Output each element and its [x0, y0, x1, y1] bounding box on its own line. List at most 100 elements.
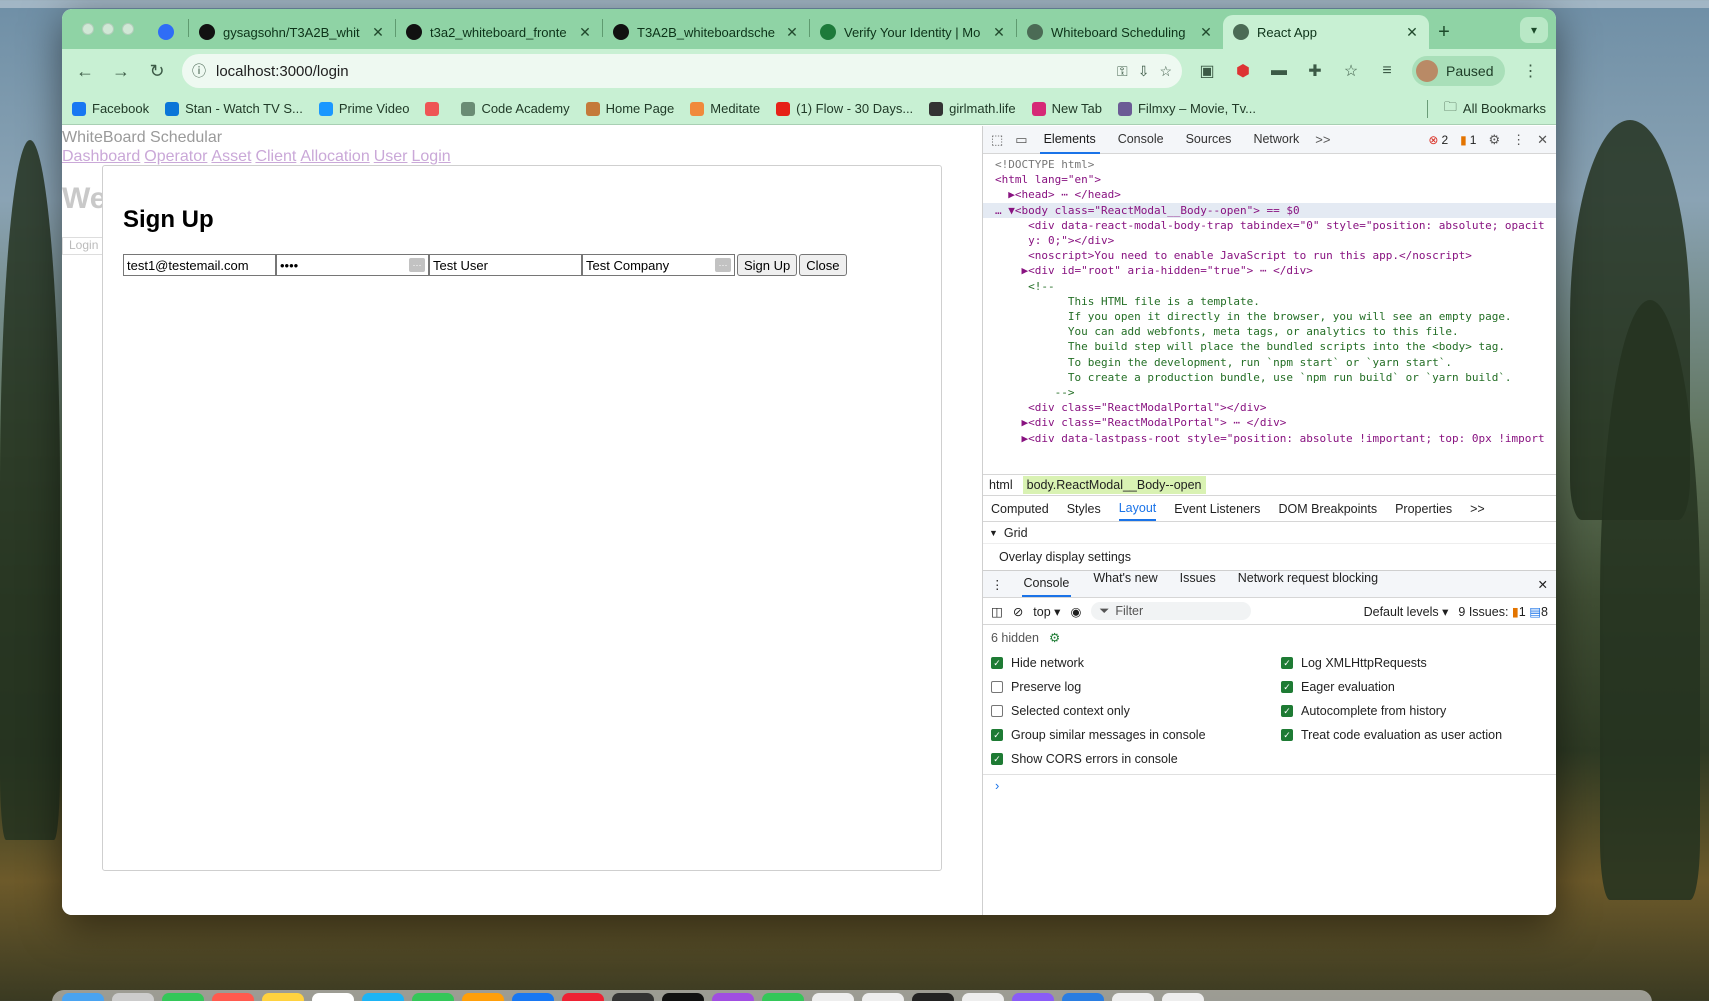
- checkbox-empty-icon[interactable]: [991, 681, 1003, 693]
- nav-link-dashboard[interactable]: Dashboard: [62, 148, 140, 165]
- close-tab-icon[interactable]: ✕: [785, 24, 799, 41]
- reading-list-icon[interactable]: ☆: [1340, 61, 1362, 81]
- password-key-icon[interactable]: ⚿: [1117, 63, 1128, 80]
- console-setting-checkbox[interactable]: ✓ Log XMLHttpRequests: [1281, 656, 1556, 670]
- checkbox-checked-icon[interactable]: ✓: [1281, 657, 1293, 669]
- nav-link-allocation[interactable]: Allocation: [300, 148, 369, 165]
- error-badge[interactable]: ⊗ 2: [1428, 133, 1448, 147]
- media-control-icon[interactable]: ≡: [1376, 62, 1398, 80]
- more-subtabs-icon[interactable]: >>: [1470, 502, 1485, 516]
- dock-app-icon[interactable]: [62, 993, 104, 1001]
- console-setting-checkbox[interactable]: ✓ Show CORS errors in console: [991, 752, 1281, 766]
- close-tab-icon[interactable]: ✕: [1199, 24, 1213, 41]
- bookmark-star-icon[interactable]: ☆: [1159, 63, 1172, 80]
- warning-badge[interactable]: ▮ 1: [1460, 133, 1476, 147]
- bookmark-item[interactable]: Stan - Watch TV S...: [165, 101, 303, 116]
- sidebar-toggle-icon[interactable]: ◫: [991, 604, 1003, 619]
- dom-node-line[interactable]: ▶<div id="root" aria-hidden="true"> ⋯ </…: [995, 263, 1556, 278]
- issues-counter[interactable]: 9 Issues: ▮1 ▤8: [1458, 604, 1548, 619]
- dom-node-line[interactable]: <div class="ReactModalPortal"></div>: [995, 400, 1556, 415]
- dom-node-line[interactable]: ▶<head> ⋯ </head>: [995, 187, 1556, 202]
- dom-node-line[interactable]: <!DOCTYPE html>: [995, 157, 1556, 172]
- bookmark-item[interactable]: Prime Video: [318, 101, 409, 116]
- dock-app-icon[interactable]: [512, 993, 554, 1001]
- close-tab-icon[interactable]: ✕: [1405, 24, 1419, 41]
- drawer-tab-issues[interactable]: Issues: [1180, 571, 1216, 597]
- dock-app-icon[interactable]: [1062, 993, 1104, 1001]
- dom-node-line[interactable]: You can add webfonts, meta tags, or anal…: [995, 324, 1556, 339]
- site-info-icon[interactable]: ⓘ: [192, 61, 206, 81]
- dom-node-line[interactable]: If you open it directly in the browser, …: [995, 309, 1556, 324]
- checkbox-checked-icon[interactable]: ✓: [991, 753, 1003, 765]
- bookmark-item[interactable]: Facebook: [72, 101, 149, 116]
- devtools-tab-elements[interactable]: Elements: [1039, 126, 1100, 154]
- subtab-styles[interactable]: Styles: [1067, 502, 1101, 516]
- dock-app-icon[interactable]: [1012, 993, 1054, 1001]
- name-field[interactable]: Test User: [429, 254, 582, 276]
- drawer-tab-what-s-new[interactable]: What's new: [1093, 571, 1157, 597]
- log-levels-dropdown[interactable]: Default levels ▾: [1364, 604, 1449, 619]
- grid-section-header[interactable]: ▼ Grid: [983, 522, 1556, 544]
- dock-app-icon[interactable]: [462, 993, 504, 1001]
- maximize-window-button[interactable]: [122, 23, 134, 35]
- close-button[interactable]: Close: [799, 254, 847, 276]
- device-toolbar-icon[interactable]: ▭: [1015, 132, 1027, 148]
- dock-app-icon[interactable]: [662, 993, 704, 1001]
- bookmark-item[interactable]: New Tab: [1031, 101, 1102, 116]
- email-field[interactable]: test1@testemail.com: [123, 254, 276, 276]
- console-filter-input[interactable]: ⏷ Filter: [1091, 602, 1252, 620]
- more-tabs-icon[interactable]: >>: [1315, 132, 1330, 147]
- drawer-menu-icon[interactable]: ⋮: [991, 577, 1004, 592]
- checkbox-checked-icon[interactable]: ✓: [1281, 681, 1293, 693]
- dock-app-icon[interactable]: [412, 993, 454, 1001]
- forward-icon[interactable]: →: [110, 61, 132, 82]
- dom-node-line[interactable]: <noscript>You need to enable JavaScript …: [995, 248, 1556, 263]
- console-setting-checkbox[interactable]: ✓ Hide network: [991, 656, 1281, 670]
- extension-icon[interactable]: ▣: [1196, 61, 1218, 81]
- drawer-tab-console[interactable]: Console: [1021, 571, 1072, 597]
- bookmark-item[interactable]: Code Academy: [461, 101, 570, 116]
- tab-search-button[interactable]: ▾: [1520, 17, 1548, 43]
- dock-app-icon[interactable]: [362, 993, 404, 1001]
- dom-node-line[interactable]: The build step will place the bundled sc…: [995, 339, 1556, 354]
- dock-app-icon[interactable]: [162, 993, 204, 1001]
- all-bookmarks-folder[interactable]: 🗀 All Bookmarks: [1444, 98, 1546, 120]
- signup-button[interactable]: Sign Up: [737, 254, 798, 276]
- drawer-tab-network-request-blocking[interactable]: Network request blocking: [1238, 571, 1378, 597]
- dock-app-icon[interactable]: [1162, 993, 1204, 1001]
- dom-node-line[interactable]: ▶<div data-lastpass-root style="position…: [995, 431, 1556, 446]
- subtab-layout[interactable]: Layout: [1118, 497, 1157, 521]
- close-window-button[interactable]: [82, 23, 94, 35]
- devtools-tab-network[interactable]: Network: [1249, 126, 1303, 154]
- devtools-tab-console[interactable]: Console: [1114, 126, 1168, 154]
- adblock-icon[interactable]: ⬢: [1232, 61, 1254, 81]
- checkbox-checked-icon[interactable]: ✓: [991, 729, 1003, 741]
- inspect-element-icon[interactable]: ⬚: [991, 132, 1003, 148]
- dom-node-line[interactable]: This HTML file is a template.: [995, 294, 1556, 309]
- dock-app-icon[interactable]: [212, 993, 254, 1001]
- console-setting-checkbox[interactable]: ✓ Eager evaluation: [1281, 680, 1556, 694]
- install-app-icon[interactable]: ⇩: [1138, 63, 1150, 80]
- close-tab-icon[interactable]: ✕: [578, 24, 592, 41]
- dock-app-icon[interactable]: [562, 993, 604, 1001]
- dom-tree[interactable]: <!DOCTYPE html> <html lang="en"> ▶<head> …: [983, 154, 1556, 474]
- checkbox-checked-icon[interactable]: ✓: [1281, 729, 1293, 741]
- dom-node-line[interactable]: To create a production bundle, use `npm …: [995, 370, 1556, 385]
- dock-app-icon[interactable]: [262, 993, 304, 1001]
- browser-tab[interactable]: gysagsohn/T3A2B_whit ✕: [189, 15, 395, 49]
- nav-link-client[interactable]: Client: [255, 148, 296, 165]
- lastpass-field-icon[interactable]: ⋯: [715, 258, 731, 272]
- dom-node-line[interactable]: … ▼<body class="ReactModal__Body--open">…: [983, 202, 1556, 218]
- lastpass-icon[interactable]: ▬: [1268, 62, 1290, 80]
- close-tab-icon[interactable]: ✕: [992, 24, 1006, 41]
- dock-app-icon[interactable]: [912, 993, 954, 1001]
- dom-node-line[interactable]: <!--: [995, 279, 1556, 294]
- browser-tab[interactable]: [148, 15, 188, 49]
- bookmark-item[interactable]: (1) Flow - 30 Days...: [776, 101, 913, 116]
- console-settings-gear-icon[interactable]: ⚙: [1049, 630, 1060, 645]
- url-text[interactable]: localhost:3000/login: [216, 63, 349, 80]
- password-field[interactable]: •••• ⋯: [276, 254, 429, 276]
- dom-node-line[interactable]: <html lang="en">: [995, 172, 1556, 187]
- dom-node-line[interactable]: -->: [995, 385, 1556, 400]
- browser-tab[interactable]: Whiteboard Scheduling ✕: [1017, 15, 1223, 49]
